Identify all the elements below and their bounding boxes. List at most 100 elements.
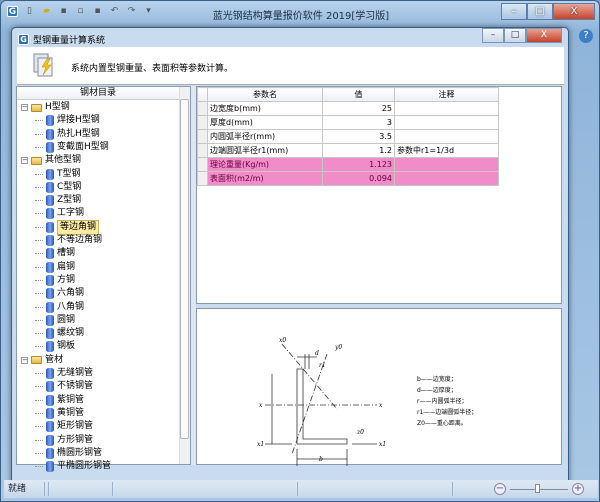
table-row[interactable]: 厚度d(mm) 3 — [197, 115, 499, 130]
zoom-slider-thumb[interactable] — [535, 484, 540, 493]
tree-group[interactable]: − 管材 — [21, 354, 63, 367]
table-row[interactable]: 表面积(m2/m) 0.094 — [197, 171, 499, 186]
param-note — [394, 171, 499, 186]
param-note — [394, 101, 499, 116]
param-note: 参数中r1=1/3d — [394, 143, 499, 158]
param-value[interactable]: 1.123 — [322, 157, 395, 172]
tree-item[interactable]: 六角钢 — [35, 287, 84, 300]
tree-item-label: 工字钢 — [57, 208, 85, 219]
param-value[interactable]: 1.2 — [322, 143, 395, 158]
tree-item[interactable]: 热扎H型钢 — [35, 128, 100, 141]
legend-line: d——边厚度； — [417, 386, 457, 394]
collapse-icon[interactable]: − — [21, 104, 28, 111]
help-icon[interactable]: ? — [579, 29, 593, 43]
steel-item-icon — [46, 394, 54, 406]
tree-scrollbar[interactable] — [179, 87, 190, 464]
steel-item-icon — [46, 195, 54, 207]
param-value[interactable]: 3.5 — [322, 129, 395, 144]
steel-item-icon — [46, 261, 54, 273]
table-row[interactable]: 内圆弧半径r(mm) 3.5 — [197, 129, 499, 144]
steel-item-icon — [46, 434, 54, 446]
table-row[interactable]: 理论重量(Kg/m) 1.123 — [197, 157, 499, 172]
tree-item[interactable]: 无缝钢管 — [35, 367, 93, 380]
tree-item[interactable]: 焊接H型钢 — [35, 114, 100, 127]
param-value[interactable]: 3 — [322, 115, 395, 130]
tree-item[interactable]: 槽钢 — [35, 247, 75, 260]
tree-item[interactable]: C型钢 — [35, 181, 81, 194]
tree-item-label: 矩形钢管 — [57, 421, 94, 432]
legend-line: r1——边端圆弧半径； — [417, 408, 477, 416]
table-row[interactable]: 边宽度b(mm) 25 — [197, 101, 499, 116]
zoom-out-button[interactable]: − — [494, 483, 506, 495]
steel-item-icon — [46, 128, 54, 140]
param-name: 表面积(m2/m) — [207, 171, 323, 186]
tree-item[interactable]: 变截面H型钢 — [35, 141, 109, 154]
tree-item[interactable]: 不锈钢管 — [35, 380, 93, 393]
tree-item[interactable]: 方钢 — [35, 274, 75, 287]
steel-item-icon — [46, 314, 54, 326]
dialog-minimize-button[interactable]: – — [482, 28, 504, 43]
table-row[interactable]: 边端圆弧半径r1(mm) 1.2 参数中r1=1/3d — [197, 143, 499, 158]
close-button[interactable]: X — [553, 3, 595, 20]
tree-item[interactable]: 矩形钢管 — [35, 420, 93, 433]
col-value: 值 — [322, 87, 395, 102]
scrollbar-thumb[interactable] — [180, 99, 189, 439]
tree-item-label: 六角钢 — [57, 288, 85, 299]
steel-item-icon — [46, 407, 54, 419]
tree-item-label: 螺纹钢 — [57, 328, 85, 339]
angle-steel-diagram: d r1 b x x x1 x1 x0 y0 z0 b——边宽度； d——边厚度；… — [196, 308, 562, 469]
tree-item[interactable]: 黄铜管 — [35, 407, 84, 420]
tree-group[interactable]: − H型钢 — [21, 101, 70, 114]
parameter-grid[interactable]: 参数名 值 注释 边宽度b(mm) 25 厚度d(mm) 3 内圆弧半径r(mm) 3.5… — [196, 86, 562, 304]
tree-item-label: 钢板 — [57, 341, 76, 352]
collapse-icon[interactable]: − — [21, 356, 28, 364]
tree-item[interactable]: 螺纹钢 — [35, 327, 84, 340]
col-note: 注释 — [394, 87, 499, 102]
collapse-icon[interactable]: − — [21, 157, 28, 165]
tree-item-label: 热扎H型钢 — [57, 128, 100, 139]
tree-item[interactable]: 紫铜管 — [35, 394, 84, 407]
status-bar: 就绪 − + — [4, 480, 598, 498]
dialog-maximize-button[interactable]: □ — [504, 28, 526, 43]
tree-item[interactable]: 不等边角钢 — [35, 234, 102, 247]
zoom-in-button[interactable]: + — [572, 483, 584, 495]
steel-item-icon — [46, 115, 54, 127]
label-x: x — [259, 402, 263, 409]
dialog-title: 型钢重量计算系统 — [33, 36, 106, 46]
steel-item-icon — [46, 248, 54, 260]
tree-item[interactable]: 方形钢管 — [35, 434, 93, 447]
tree-item[interactable]: 平椭圆形钢管 — [35, 460, 111, 473]
tree-item[interactable]: 扁钢 — [35, 261, 75, 274]
tree-item[interactable]: 等边角钢 — [35, 219, 100, 235]
param-value[interactable]: 25 — [322, 101, 395, 116]
tree-group-label: H型钢 — [45, 102, 70, 112]
param-value[interactable]: 0.094 — [322, 171, 395, 186]
minimize-button[interactable]: – — [501, 3, 527, 20]
tree-item[interactable]: Z型钢 — [35, 194, 81, 207]
maximize-button[interactable]: □ — [527, 3, 553, 20]
legend-line: Z0——重心距离。 — [417, 419, 467, 427]
tree-group[interactable]: − 其他型钢 — [21, 154, 81, 167]
tree-item[interactable]: 椭圆形钢管 — [35, 447, 102, 460]
tree-item-label: 不等边角钢 — [57, 235, 103, 245]
zoom-slider[interactable]: − + — [494, 483, 584, 495]
tree-item[interactable]: 八角钢 — [35, 301, 84, 314]
tree-item[interactable]: 工字钢 — [35, 207, 84, 220]
tree-item[interactable]: T型钢 — [35, 168, 81, 181]
tree-item-label: T型钢 — [57, 168, 81, 179]
tree-item[interactable]: 钢板 — [35, 340, 75, 353]
label-x1-right: x1 — [379, 441, 386, 448]
label-z0: z0 — [356, 429, 364, 436]
steel-item-icon — [46, 368, 54, 379]
tree-item-label: 等边角钢 — [57, 219, 100, 235]
steel-catalog-tree[interactable]: 钢材目录 − H型钢 焊接H型钢 热扎H型钢 变截面H型钢 − 其他型钢 T型钢 C型钢 Z型钢工… — [16, 86, 191, 473]
label-r1: r1 — [319, 362, 326, 369]
steel-item-icon — [46, 181, 54, 193]
param-note — [394, 115, 499, 130]
label-d: d — [315, 350, 319, 357]
param-note — [394, 157, 499, 172]
dialog-close-button[interactable]: X — [526, 28, 562, 43]
param-name: 厚度d(mm) — [207, 115, 323, 130]
status-text: 就绪 — [8, 484, 27, 494]
tree-item[interactable]: 圆钢 — [35, 314, 75, 327]
